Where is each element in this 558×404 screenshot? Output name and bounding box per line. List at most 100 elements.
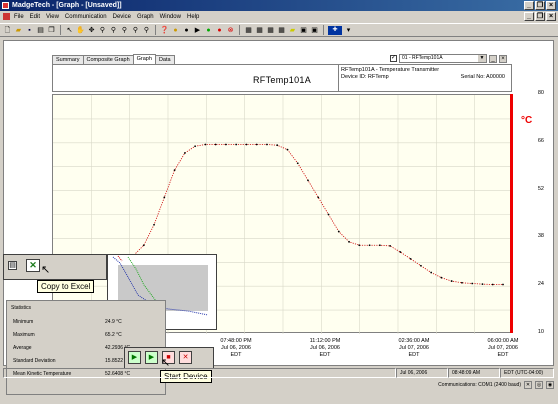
toolbar-separator	[323, 25, 324, 35]
data-point	[204, 143, 207, 146]
menu-device[interactable]: Device	[113, 14, 131, 20]
network-icon[interactable]: ◎	[535, 381, 543, 389]
help-icon[interactable]: ❓	[160, 26, 169, 35]
toolbar: 🗋 ▰ ▪ ▤ ❐ ↖ ✋ ✥ ⚲ ⚲ ⚲ ⚲ ⚲ ❓ ● ● ▶ ● ● ⊗ …	[0, 23, 558, 37]
cancel-icon[interactable]: ⊗	[226, 26, 235, 35]
cancel-device-icon[interactable]: ✕	[179, 351, 192, 364]
hand-icon[interactable]: ✋	[76, 26, 85, 35]
record-icon[interactable]: ●	[171, 26, 180, 35]
grid-1-icon[interactable]: ▦	[244, 26, 253, 35]
y-tick-label: 80	[537, 90, 544, 96]
chevron-down-icon[interactable]: ▾	[344, 26, 353, 35]
communications-status: Communications: COM1 (2400 baud)	[438, 382, 521, 388]
copy-icon[interactable]: ❐	[47, 26, 56, 35]
print-icon[interactable]: ▤	[36, 26, 45, 35]
y-tick-label: 66	[537, 137, 544, 144]
tab-composite-graph[interactable]: Composite Graph	[82, 55, 134, 64]
menu-edit[interactable]: Edit	[30, 14, 40, 20]
copy-to-excel-tooltip: Copy to Excel	[37, 280, 95, 293]
view-tabs: Summary Composite Graph Graph Data	[52, 54, 175, 64]
language-flag-icon[interactable]: ✚	[328, 25, 342, 35]
toolbar-separator	[239, 25, 240, 35]
data-point	[491, 283, 494, 286]
excel-icon[interactable]: ✕	[26, 259, 40, 272]
data-point	[224, 143, 227, 146]
menu-file[interactable]: File	[14, 14, 24, 20]
close-device-button[interactable]: ×	[499, 54, 507, 63]
data-point	[153, 223, 155, 226]
data-point	[419, 264, 422, 267]
y-tick-label: 10	[537, 329, 544, 335]
data-point	[502, 283, 504, 286]
grid-5-icon[interactable]: ▣	[299, 26, 308, 35]
device-dropdown[interactable]: 01 - RFTemp101A ▼	[399, 54, 487, 63]
maximize-button[interactable]: ❐	[535, 1, 545, 10]
data-point	[348, 240, 350, 243]
start-device-icon[interactable]: ▶	[128, 351, 141, 364]
mdi-minimize-button[interactable]: _	[524, 12, 534, 21]
data-point	[337, 230, 340, 233]
x-tick-label: 02:36:00 AM Jul 07, 2006 EDT	[398, 338, 430, 358]
mdi-restore-button[interactable]: ❐	[535, 12, 545, 21]
tab-graph[interactable]: Graph	[132, 54, 156, 64]
data-point	[183, 152, 186, 154]
comm-status-bar: Communications: COM1 (2400 baud) ✕ ◎ ◉	[3, 380, 554, 390]
grid-4-icon[interactable]: ▦	[277, 26, 286, 35]
save-icon[interactable]: ▪	[25, 26, 34, 35]
go-icon[interactable]: ●	[204, 26, 213, 35]
data-point	[327, 213, 330, 216]
tab-summary[interactable]: Summary	[52, 55, 84, 64]
y-tick-label: 24	[537, 281, 544, 288]
stat-label: Standard Deviation	[13, 357, 56, 364]
data-point	[389, 245, 392, 247]
status-bar: Jul 06, 2006 08:48:09 AM EDT (UTC-04:00)	[3, 368, 554, 379]
flag-yellow-icon[interactable]: ▰	[288, 26, 297, 35]
cancel-comm-icon[interactable]: ✕	[524, 381, 532, 389]
mdi-close-button[interactable]: ×	[546, 12, 556, 21]
device-control-popup: ▶ ▶ ■ ✕ ↖	[124, 347, 214, 369]
tab-data[interactable]: Data	[154, 55, 175, 64]
stat-value: 24.9 °C	[105, 318, 122, 325]
record-red-icon[interactable]: ●	[215, 26, 224, 35]
statistics-title: Statistics	[11, 305, 32, 311]
device-checkbox[interactable]: ✓	[390, 55, 397, 62]
data-point	[296, 162, 299, 165]
menu-bar: File Edit View Communication Device Grap…	[0, 11, 558, 22]
menu-window[interactable]: Window	[160, 14, 181, 20]
refresh-icon[interactable]: ◉	[546, 381, 554, 389]
zoom-fit-icon[interactable]: ⚲	[131, 26, 140, 35]
data-point	[481, 283, 484, 286]
grid-3-icon[interactable]: ▦	[266, 26, 275, 35]
chevron-down-icon: ▼	[478, 55, 486, 62]
play-icon[interactable]: ▶	[193, 26, 202, 35]
data-point	[358, 244, 361, 247]
start-now-icon[interactable]: ▶	[145, 351, 158, 364]
zoom-in-icon[interactable]: ⚲	[109, 26, 118, 35]
x-tick-label: 11:12:00 PM Jul 06, 2006 EDT	[309, 338, 341, 358]
toolbar-separator	[60, 25, 61, 35]
close-button[interactable]: ×	[546, 1, 556, 10]
minimize-button[interactable]: _	[524, 1, 534, 10]
menu-view[interactable]: View	[46, 14, 59, 20]
menu-help[interactable]: Help	[187, 14, 199, 20]
open-icon[interactable]: ▰	[14, 26, 23, 35]
device-description: RFTemp101A - Temperature Transmitter	[341, 67, 440, 73]
menu-graph[interactable]: Graph	[137, 14, 154, 20]
cursor-icon[interactable]: ↖	[65, 26, 74, 35]
grid-2-icon[interactable]: ▦	[255, 26, 264, 35]
new-icon[interactable]: 🗋	[3, 26, 12, 35]
minimize-device-button[interactable]: _	[489, 54, 497, 63]
menu-communication[interactable]: Communication	[65, 14, 107, 20]
grid-6-icon[interactable]: ▣	[310, 26, 319, 35]
pan-icon[interactable]: ✥	[87, 26, 96, 35]
data-point	[450, 280, 453, 282]
stop-icon[interactable]: ●	[182, 26, 191, 35]
table-icon[interactable]: ▤	[8, 261, 17, 270]
zoom-out-icon[interactable]: ⚲	[120, 26, 129, 35]
title-bar: MadgeTech - [Graph - [Unsaved]] _ ❐ ×	[0, 0, 558, 11]
y-axis-bar	[510, 94, 513, 333]
zoom-reset-icon[interactable]: ⚲	[142, 26, 151, 35]
y-tick-label: 38	[537, 233, 544, 240]
zoom-icon[interactable]: ⚲	[98, 26, 107, 35]
data-point	[378, 244, 381, 247]
